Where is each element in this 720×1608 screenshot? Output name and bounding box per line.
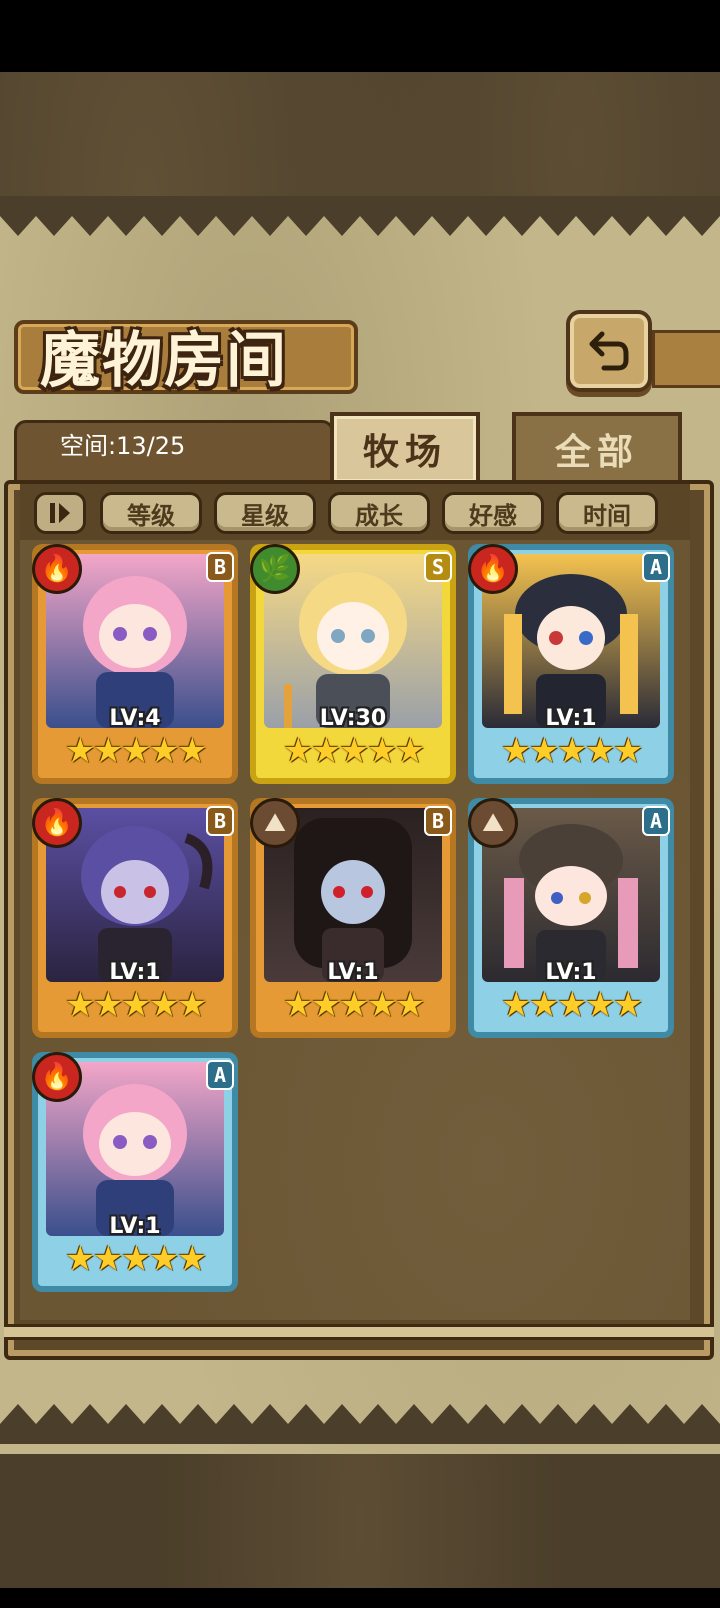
- star-rating: ★ ★ ★ ★ ★: [501, 985, 644, 1028]
- star-icon: ★: [501, 985, 532, 1025]
- tab-all[interactable]: 全部: [512, 412, 682, 482]
- leaf-icon: 🌿: [250, 544, 300, 594]
- grade-badge: B: [424, 806, 452, 836]
- sort-order-toggle[interactable]: [34, 492, 86, 534]
- star-icon: ★: [121, 985, 152, 1025]
- panel-top-zigzag-edge: [0, 196, 720, 236]
- star-rating: ★ ★ ★ ★ ★: [65, 985, 208, 1028]
- star-icon: ★: [613, 985, 644, 1025]
- star-icon: ★: [149, 985, 180, 1025]
- star-icon: ★: [339, 985, 370, 1025]
- monster-card[interactable]: ⛰ B LV:1 ★ ★ ★ ★ ★: [250, 798, 456, 1038]
- star-rating: ★ ★ ★ ★ ★: [65, 1239, 208, 1282]
- star-icon: ★: [283, 985, 314, 1025]
- star-icon: ★: [529, 985, 560, 1025]
- filter-stars-button[interactable]: 星级: [214, 492, 316, 534]
- level-label: LV:1: [545, 960, 597, 985]
- star-rating: ★ ★ ★ ★ ★: [283, 731, 426, 774]
- monster-card[interactable]: 🔥 B LV:4 ★ ★ ★ ★ ★: [32, 544, 238, 784]
- star-rating: ★ ★ ★ ★ ★: [65, 731, 208, 774]
- filter-affection-button[interactable]: 好感: [442, 492, 544, 534]
- star-icon: ★: [93, 731, 124, 771]
- star-icon: ★: [93, 985, 124, 1025]
- grade-badge: A: [642, 806, 670, 836]
- fire-icon: 🔥: [32, 798, 82, 848]
- star-icon: ★: [149, 1239, 180, 1279]
- star-icon: ★: [367, 731, 398, 771]
- back-button-rail: [652, 330, 720, 388]
- level-label: LV:1: [545, 706, 597, 731]
- monster-card[interactable]: 🌿 S LV:30 ★ ★ ★ ★ ★: [250, 544, 456, 784]
- star-icon: ★: [529, 731, 560, 771]
- grade-badge: S: [424, 552, 452, 582]
- star-icon: ★: [339, 731, 370, 771]
- tab-farm[interactable]: 牧场: [330, 412, 480, 482]
- star-icon: ★: [585, 731, 616, 771]
- grade-badge: A: [642, 552, 670, 582]
- level-label: LV:4: [109, 706, 161, 731]
- grade-badge: A: [206, 1060, 234, 1090]
- earth-icon: ⛰: [468, 798, 518, 848]
- star-icon: ★: [65, 1239, 96, 1279]
- star-icon: ★: [311, 731, 342, 771]
- star-icon: ★: [395, 985, 426, 1025]
- return-arrow-icon: [589, 331, 629, 371]
- fire-icon: 🔥: [32, 544, 82, 594]
- filter-level-button[interactable]: 等级: [100, 492, 202, 534]
- grade-badge: B: [206, 552, 234, 582]
- page-title: 魔物房间: [40, 326, 288, 396]
- level-label: LV:30: [319, 706, 387, 731]
- level-label: LV:1: [109, 960, 161, 985]
- star-icon: ★: [121, 731, 152, 771]
- sort-toggle-icon: [50, 503, 70, 523]
- monster-card[interactable]: ⛰ A LV:1 ★ ★ ★ ★ ★: [468, 798, 674, 1038]
- star-icon: ★: [367, 985, 398, 1025]
- panel-bottom-zigzag-edge: [0, 1404, 720, 1444]
- space-capacity-label: 空间:13/25: [60, 432, 186, 460]
- star-icon: ★: [613, 731, 644, 771]
- star-icon: ★: [395, 731, 426, 771]
- star-icon: ★: [501, 731, 532, 771]
- star-icon: ★: [585, 985, 616, 1025]
- grade-badge: B: [206, 806, 234, 836]
- list-frame-bottom-rail: [4, 1324, 714, 1340]
- star-icon: ★: [93, 1239, 124, 1279]
- back-button[interactable]: [566, 310, 652, 392]
- level-label: LV:1: [327, 960, 379, 985]
- bottom-bar: [0, 1588, 720, 1608]
- star-icon: ★: [557, 985, 588, 1025]
- star-icon: ★: [177, 731, 208, 771]
- status-bar: [0, 0, 720, 72]
- star-icon: ★: [311, 985, 342, 1025]
- filter-growth-button[interactable]: 成长: [328, 492, 430, 534]
- star-icon: ★: [65, 731, 96, 771]
- star-icon: ★: [283, 731, 314, 771]
- fire-icon: 🔥: [32, 1052, 82, 1102]
- star-icon: ★: [121, 1239, 152, 1279]
- star-icon: ★: [177, 985, 208, 1025]
- fire-icon: 🔥: [468, 544, 518, 594]
- monster-card[interactable]: 🔥 B LV:1 ★ ★ ★ ★ ★: [32, 798, 238, 1038]
- star-icon: ★: [177, 1239, 208, 1279]
- star-icon: ★: [149, 731, 180, 771]
- level-label: LV:1: [109, 1214, 161, 1239]
- star-rating: ★ ★ ★ ★ ★: [501, 731, 644, 774]
- monster-card[interactable]: 🔥 A LV:1 ★ ★ ★ ★ ★: [32, 1052, 238, 1292]
- star-icon: ★: [557, 731, 588, 771]
- star-rating: ★ ★ ★ ★ ★: [283, 985, 426, 1028]
- monster-card[interactable]: 🔥 A LV:1 ★ ★ ★ ★ ★: [468, 544, 674, 784]
- filter-time-button[interactable]: 时间: [556, 492, 658, 534]
- earth-icon: ⛰: [250, 798, 300, 848]
- star-icon: ★: [65, 985, 96, 1025]
